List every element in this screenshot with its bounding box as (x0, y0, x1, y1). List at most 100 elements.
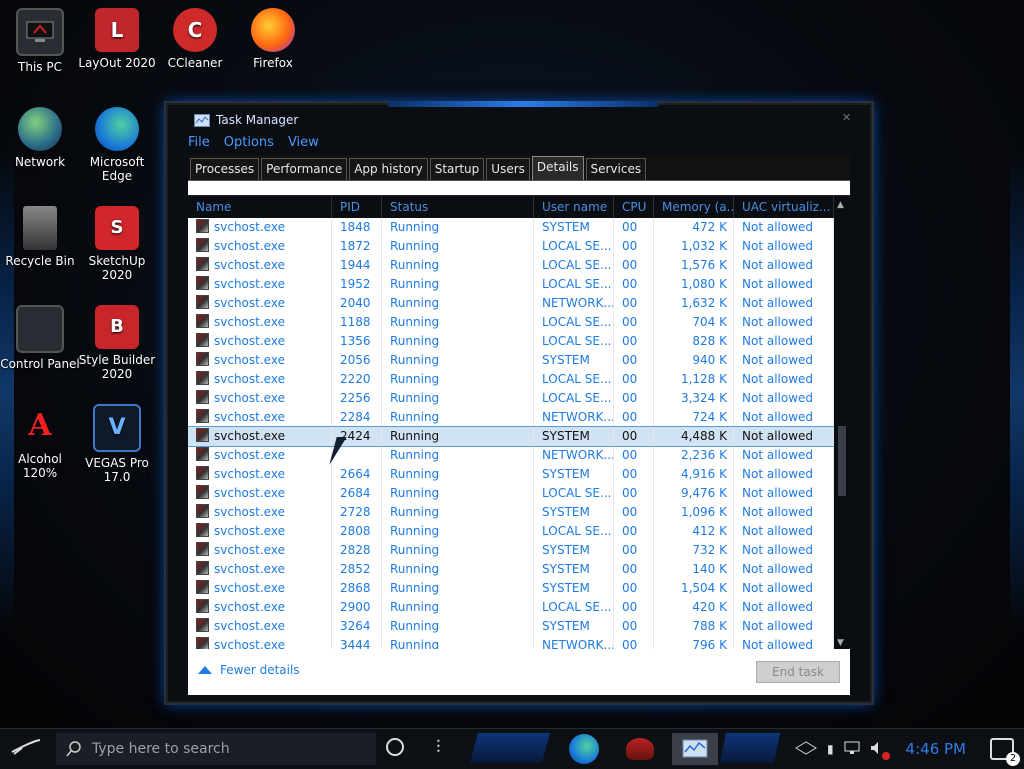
tab-users[interactable]: Users (486, 158, 530, 180)
column-header-pid[interactable]: PID (332, 196, 382, 218)
column-header-user-name[interactable]: User name (534, 196, 614, 218)
desktop-icon-control-panel[interactable]: Control Panel (0, 305, 80, 371)
table-row[interactable]: svchost.exe 2728 Running SYSTEM 00 1,096 K Not… (188, 503, 834, 522)
scroll-down-icon[interactable]: ▼ (837, 638, 844, 648)
desktop-icon-vegas[interactable]: V VEGAS Pro 17.0 (77, 404, 157, 484)
table-row[interactable]: svchost.exe 2220 Running LOCAL SE... 00 1,128… (188, 370, 834, 389)
column-header-memory[interactable]: Memory (a... (654, 196, 734, 218)
cell-cpu: 00 (614, 218, 654, 237)
desktop-icon-recycle-bin[interactable]: Recycle Bin (0, 206, 80, 268)
cell-cpu: 00 (614, 579, 654, 598)
volume-muted-icon[interactable] (870, 741, 890, 760)
fewer-details-link[interactable]: Fewer details (198, 663, 300, 677)
desktop-icon-sketchup[interactable]: S SketchUp 2020 (77, 206, 157, 282)
process-icon (196, 466, 209, 480)
network-icon[interactable] (844, 741, 860, 758)
process-icon (196, 523, 209, 537)
notification-center-icon[interactable]: 2 (990, 738, 1020, 766)
tab-processes[interactable]: Processes (190, 158, 260, 180)
rog-tray-icon[interactable] (794, 740, 817, 758)
task-manager-panel: Processes Performance App history Startu… (188, 155, 850, 695)
vertical-scrollbar[interactable]: ▲ ▼ (834, 196, 850, 650)
end-task-button[interactable]: End task (756, 661, 840, 683)
desktop-icon-label: Network (14, 155, 66, 169)
cell-name-text: svchost.exe (214, 353, 285, 367)
cell-uac-text: Not allowed (742, 239, 814, 253)
cortana-circle-icon[interactable] (386, 738, 404, 756)
cell-uac-text: Not allowed (742, 220, 814, 234)
menu-options[interactable]: Options (224, 135, 274, 153)
table-row[interactable]: svchost.exe 2868 Running SYSTEM 00 1,504 K Not… (188, 579, 834, 598)
table-row[interactable]: svchost.exe 2828 Running SYSTEM 00 732 K Not a… (188, 541, 834, 560)
tab-services[interactable]: Services (585, 158, 647, 180)
start-button[interactable] (4, 733, 48, 765)
desktop-icon-edge[interactable]: Microsoft Edge (77, 107, 157, 183)
desktop-icon-style-builder[interactable]: B Style Builder 2020 (77, 305, 157, 381)
table-row[interactable]: svchost.exe 2040 Running NETWORK... 00 1,632 … (188, 294, 834, 313)
task-view-icon[interactable]: ⫶ (436, 737, 441, 758)
process-icon (196, 485, 209, 499)
table-row[interactable]: svchost.exe 2900 Running LOCAL SE... 00 420 K… (188, 598, 834, 617)
table-row[interactable]: svchost.exe 2424 Running SYSTEM 00 4,488 K Not… (188, 426, 835, 447)
cell-memory-text: 724 K (692, 410, 727, 424)
desktop-icon-this-pc[interactable]: This PC (0, 8, 80, 74)
cell-user-name-text: SYSTEM (542, 220, 590, 234)
window-titlebar[interactable]: Task Manager (194, 113, 298, 127)
search-box[interactable]: Type here to search (56, 733, 376, 765)
cell-cpu-text: 00 (622, 581, 638, 595)
taskbar-helmet-app[interactable] (620, 733, 660, 765)
desktop-icon-ccleaner[interactable]: C CCleaner (155, 8, 235, 70)
cell-uac: Not allowed (734, 522, 834, 541)
tab-app-history[interactable]: App history (349, 158, 428, 180)
table-row[interactable]: svchost.exe 1872 Running LOCAL SE... 00 1,032… (188, 237, 834, 256)
table-row[interactable]: svchost.exe Running NETWORK... 00 2,236 K Not… (188, 446, 834, 465)
cell-status: Running (382, 541, 534, 560)
desktop-icon-layout[interactable]: L LayOut 2020 (77, 8, 157, 70)
table-row[interactable]: svchost.exe 2684 Running LOCAL SE... 00 9,476… (188, 484, 834, 503)
close-icon[interactable]: ✕ (842, 111, 856, 124)
scrollbar-thumb[interactable] (838, 426, 846, 496)
clock[interactable]: 4:46 PM (906, 740, 966, 758)
desktop-icon-network[interactable]: Network (0, 107, 80, 169)
tab-startup[interactable]: Startup (429, 158, 485, 180)
table-row[interactable]: svchost.exe 2808 Running LOCAL SE... 00 412 K… (188, 522, 834, 541)
task-manager-window: Task Manager ✕ File Options View Process… (166, 101, 872, 703)
column-header-cpu[interactable]: CPU (614, 196, 654, 218)
table-row[interactable]: svchost.exe 2852 Running SYSTEM 00 140 K Not a… (188, 560, 834, 579)
table-row[interactable]: svchost.exe 2256 Running LOCAL SE... 00 3,324… (188, 389, 834, 408)
menu-file[interactable]: File (188, 135, 210, 153)
table-row[interactable]: svchost.exe 1188 Running LOCAL SE... 00 704 K… (188, 313, 834, 332)
desktop-icon-firefox[interactable]: Firefox (233, 8, 313, 70)
table-row[interactable]: svchost.exe 2284 Running NETWORK... 00 724 K N… (188, 408, 834, 427)
taskbar-task-manager[interactable] (672, 733, 718, 765)
cell-pid-text: 1356 (340, 334, 371, 348)
table-row[interactable]: svchost.exe 1952 Running LOCAL SE... 00 1,080… (188, 275, 834, 294)
scroll-up-icon[interactable]: ▲ (837, 200, 844, 210)
cell-cpu-text: 00 (622, 372, 638, 386)
desktop-icon-alcohol[interactable]: A Alcohol 120% (0, 404, 80, 481)
table-row[interactable]: svchost.exe 3444 Running NETWORK... 00 796 KN… (188, 636, 834, 650)
column-header-status[interactable]: Status (382, 196, 534, 218)
cell-name: svchost.exe (188, 389, 332, 408)
cell-uac: Not allowed (734, 275, 834, 294)
desktop-icon-label: Firefox (253, 56, 293, 70)
tab-performance[interactable]: Performance (261, 158, 348, 180)
cell-user-name: LOCAL SE... (534, 389, 614, 408)
menu-view[interactable]: View (288, 135, 319, 153)
tab-details[interactable]: Details (531, 156, 584, 180)
table-row[interactable]: svchost.exe 1848 Running SYSTEM 00 472 K Not a… (188, 218, 834, 237)
table-row[interactable]: svchost.exe 1944 Running LOCAL SE... 00 1,576… (188, 256, 834, 275)
hidden-icons-chevron-icon[interactable]: ▮ (827, 742, 834, 756)
taskbar-edge[interactable] (564, 733, 604, 765)
column-header-name[interactable]: Name (188, 196, 332, 218)
table-row[interactable]: svchost.exe 2664 Running SYSTEM 00 4,916 K Not… (188, 465, 834, 484)
cell-memory: 940 K (654, 351, 734, 370)
column-header-uac[interactable]: UAC virtualiz... (734, 196, 834, 218)
cell-uac-text: Not allowed (742, 258, 814, 272)
cell-name: svchost.exe (188, 313, 332, 332)
table-row[interactable]: svchost.exe 2056 Running SYSTEM 00 940 K Not a… (188, 351, 834, 370)
table-row[interactable]: svchost.exe 1356 Running LOCAL SE... 00 828 K… (188, 332, 834, 351)
cell-uac-text: Not allowed (742, 429, 814, 443)
table-row[interactable]: svchost.exe 3264 Running SYSTEM 00 788 K Not a… (188, 617, 834, 636)
cell-uac-text: Not allowed (742, 448, 814, 462)
